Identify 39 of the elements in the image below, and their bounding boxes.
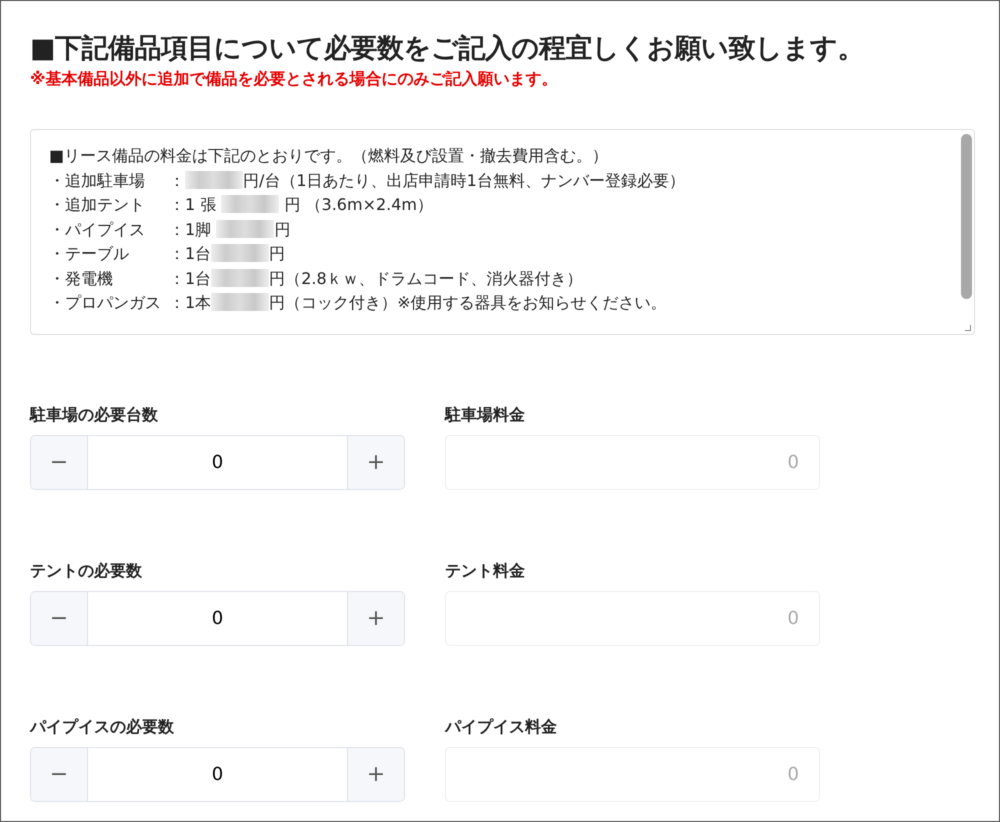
minus-button[interactable]: − bbox=[31, 592, 87, 646]
quantity-stepper[interactable]: − 0 + bbox=[30, 591, 405, 646]
item-label: ・プロパンガス bbox=[49, 292, 162, 314]
resize-handle[interactable] bbox=[965, 325, 971, 332]
notice-text: ※基本備品以外に追加で備品を必要とされる場合にのみご記入願います。 bbox=[30, 68, 559, 90]
plus-button[interactable]: + bbox=[348, 592, 404, 646]
scrollbar[interactable] bbox=[961, 134, 972, 300]
price-text: ：1脚 bbox=[169, 220, 212, 239]
plus-button[interactable]: + bbox=[348, 436, 404, 490]
price-text: ：1 張 bbox=[169, 195, 218, 214]
price-text: ：1本 bbox=[169, 293, 212, 312]
price-text: 円（コック付き）※使用する器具をお知らせください。 bbox=[269, 293, 667, 312]
minus-button[interactable]: − bbox=[31, 436, 87, 490]
price-text: ： bbox=[169, 170, 185, 190]
textarea[interactable]: ■リース備品の料金は下記のとおりです。（燃料及び設置・撤去費用含む。） ・追加駐車場 ： 円/台（1日あたり、出店申請時1台無料、ナンバー登録必要） ・追加テント ：1 張 円 （3.6m×2.4m） ・パイプイス ：1脚 円 ・テーブル ：1台 円 ・発電機 ：1台 円（2.8ｋｗ、ドラムコード、消火器付き） ・プロパンガス ：1本 円（コック付き）※使用する器具をお知らせください。 bbox=[30, 129, 975, 336]
field-label: 駐車場の必要台数 bbox=[30, 404, 159, 426]
quantity-stepper[interactable]: − 0 + bbox=[30, 747, 405, 802]
item-label: ・追加駐車場 bbox=[49, 170, 146, 192]
field-label: パイプイス料金 bbox=[445, 716, 558, 738]
item-label: ・発電機 bbox=[49, 268, 114, 290]
price-text: ：1台 bbox=[169, 244, 212, 264]
field-label: パイプイスの必要数 bbox=[30, 716, 175, 738]
item-label: ・テーブル bbox=[49, 243, 130, 266]
item-label: ・追加テント bbox=[49, 194, 146, 216]
price-text: 円/台（1日あたり、出店申請時1台無料、ナンバー登録必要） bbox=[243, 170, 685, 190]
item-label: ・パイプイス bbox=[49, 218, 146, 241]
price-text: 円 bbox=[274, 220, 290, 239]
plus-button[interactable]: + bbox=[348, 748, 404, 802]
field-label: 駐車場料金 bbox=[445, 404, 526, 426]
field-label: テント料金 bbox=[445, 560, 526, 582]
price-text: 円（2.8ｋｗ、ドラムコード、消火器付き） bbox=[269, 268, 583, 288]
intro-text: ■リース備品の料金は下記のとおりです。（燃料及び設置・撤去費用含む。） bbox=[49, 145, 610, 168]
heading: ■下記備品項目について必要数をご記入の程宜しくお願い致します。 bbox=[30, 33, 866, 66]
price-text: ：1台 bbox=[169, 268, 212, 288]
price-text: 円 bbox=[269, 244, 286, 264]
minus-button[interactable]: − bbox=[31, 748, 87, 802]
quantity-stepper[interactable]: − 0 + bbox=[30, 435, 405, 490]
price-text: 円 （3.6m×2.4m） bbox=[283, 195, 433, 214]
field-label: テントの必要数 bbox=[30, 560, 143, 582]
